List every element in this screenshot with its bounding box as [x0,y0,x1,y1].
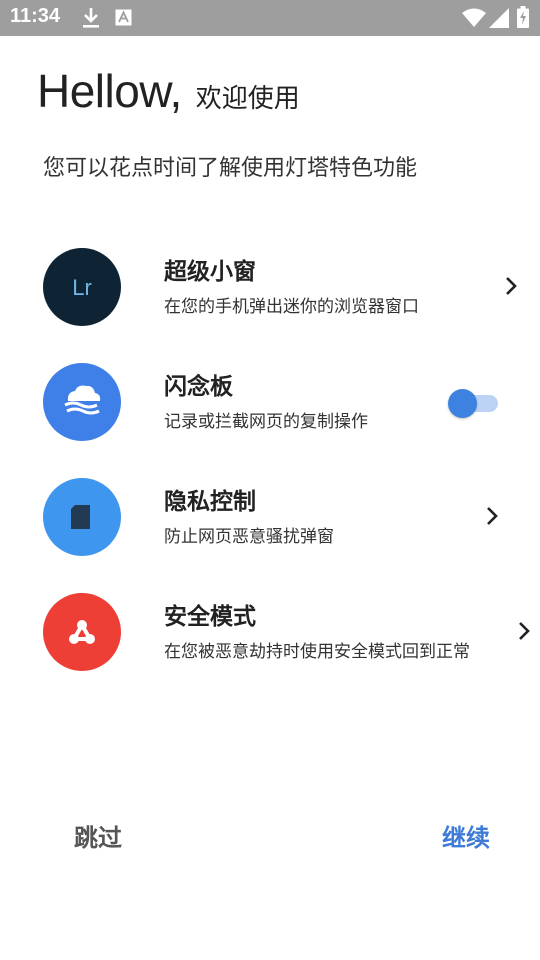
chevron-right-icon[interactable] [505,276,517,296]
feature-title: 隐私控制 [164,489,256,515]
skip-button[interactable]: 跳过 [74,818,122,853]
a-notification-icon [115,9,132,26]
status-bar: 11:34 [0,0,540,36]
continue-button[interactable]: 继续 [442,818,490,853]
feature-title: 安全模式 [164,604,256,630]
feature-title: 闪念板 [164,374,233,400]
hello-text: Hellow, [37,65,182,117]
cloud-wave-icon [43,363,121,441]
feature-description: 防止网页恶意骚扰弹窗 [164,527,334,547]
sd-card-icon [43,478,121,556]
lr-icon-text: Lr [72,275,92,300]
battery-charging-icon [517,6,529,28]
chevron-right-icon[interactable] [518,621,530,641]
welcome-text: 欢迎使用 [195,84,300,114]
feature-description: 在您被恶意劫持时使用安全模式回到正常 [164,642,470,662]
toggle-thumb [448,389,477,418]
flash-board-toggle[interactable] [448,389,500,418]
wifi-icon [462,8,486,27]
feature-privacy-control[interactable]: 隐私控制 防止网页恶意骚扰弹窗 [0,478,540,568]
feature-description: 在您的手机弹出迷你的浏览器窗口 [164,297,419,317]
welcome-headline: Hellow, 欢迎使用 [37,64,300,118]
chevron-right-icon[interactable] [486,506,498,526]
feature-super-window[interactable]: Lr 超级小窗 在您的手机弹出迷你的浏览器窗口 [0,248,540,338]
feature-flash-board[interactable]: 闪念板 记录或拦截网页的复制操作 [0,363,540,453]
feature-title: 超级小窗 [164,259,256,285]
lr-app-icon: Lr [43,248,121,326]
status-time: 11:34 [10,5,61,27]
signal-icon [489,8,509,28]
feature-safe-mode[interactable]: 安全模式 在您被恶意劫持时使用安全模式回到正常 [0,593,540,683]
feature-description: 记录或拦截网页的复制操作 [164,412,368,432]
download-icon [83,8,99,28]
intro-subtitle: 您可以花点时间了解使用灯塔特色功能 [43,156,418,181]
triad-shield-icon [43,593,121,671]
